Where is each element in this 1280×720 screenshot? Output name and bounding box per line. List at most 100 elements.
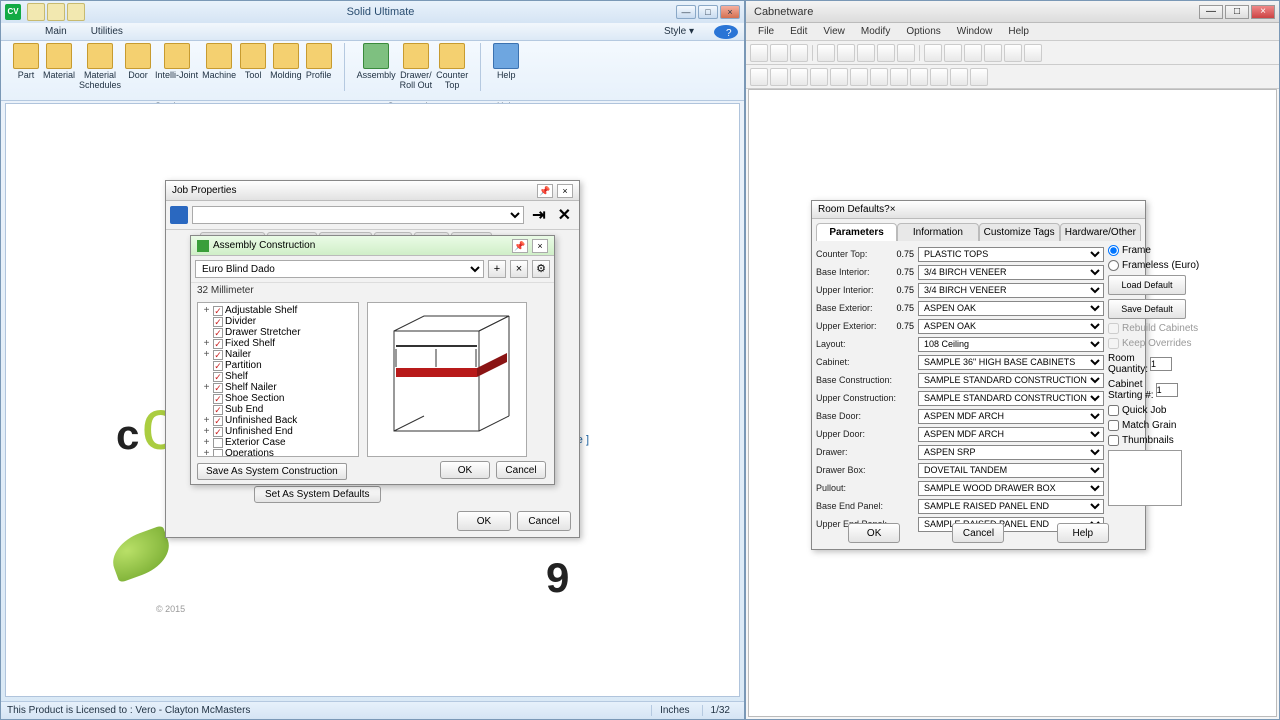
tree-item[interactable]: +Unfinished Back: [200, 415, 356, 426]
dialog-titlebar[interactable]: Assembly Construction 📌×: [191, 236, 554, 256]
load-default-button[interactable]: Load Default: [1108, 275, 1186, 295]
tab-information[interactable]: Information: [897, 223, 978, 241]
intellijoint-button[interactable]: Intelli-Joint: [155, 43, 198, 90]
tool-icon[interactable]: [817, 44, 835, 62]
close-icon[interactable]: ×: [557, 184, 573, 198]
ok-button[interactable]: OK: [457, 511, 511, 531]
tool-icon[interactable]: [964, 44, 982, 62]
component-tree[interactable]: +Adjustable ShelfDividerDrawer Stretcher…: [197, 302, 359, 457]
ok-button[interactable]: OK: [848, 523, 900, 543]
tree-item[interactable]: +Adjustable Shelf: [200, 305, 356, 316]
tree-item[interactable]: +Fixed Shelf: [200, 338, 356, 349]
tree-item[interactable]: Drawer Stretcher: [200, 327, 356, 338]
profile-button[interactable]: Profile: [306, 43, 332, 90]
add-icon[interactable]: +: [488, 260, 506, 278]
tool-icon[interactable]: [850, 68, 868, 86]
minimize-button[interactable]: —: [676, 5, 696, 19]
tab-parameters[interactable]: Parameters: [816, 223, 897, 241]
thumbnails-check[interactable]: Thumbnails: [1108, 435, 1186, 446]
qat-btn-icon[interactable]: [67, 3, 85, 21]
tab-customize-tags[interactable]: Customize Tags: [979, 223, 1060, 241]
tool-icon[interactable]: [770, 44, 788, 62]
save-default-button[interactable]: Save Default: [1108, 299, 1186, 319]
frame-radio[interactable]: Frame: [1108, 245, 1186, 256]
tool-icon[interactable]: [857, 44, 875, 62]
help-button[interactable]: Help: [1057, 523, 1109, 543]
tab-utilities[interactable]: Utilities: [79, 24, 135, 39]
remove-icon[interactable]: ×: [510, 260, 528, 278]
menu-modify[interactable]: Modify: [853, 24, 898, 39]
menu-view[interactable]: View: [815, 24, 853, 39]
tool-icon[interactable]: [924, 44, 942, 62]
pin-icon[interactable]: 📌: [512, 239, 528, 253]
material-button[interactable]: Material: [43, 43, 75, 90]
tool-icon[interactable]: [1004, 44, 1022, 62]
quick-job-check[interactable]: Quick Job: [1108, 405, 1186, 416]
cabinet-start-field[interactable]: [1156, 383, 1178, 397]
tool-icon[interactable]: [770, 68, 788, 86]
tool-icon[interactable]: [970, 68, 988, 86]
menu-window[interactable]: Window: [949, 24, 1001, 39]
countertop-button[interactable]: Counter Top: [436, 43, 468, 90]
cancel-button[interactable]: Cancel: [952, 523, 1004, 543]
menu-options[interactable]: Options: [898, 24, 948, 39]
tool-icon[interactable]: [910, 68, 928, 86]
titlebar[interactable]: Cabnetware — □ ×: [746, 1, 1279, 23]
tool-icon[interactable]: [750, 44, 768, 62]
menu-help[interactable]: Help: [1000, 24, 1037, 39]
tool-icon[interactable]: [890, 68, 908, 86]
tool-icon[interactable]: [750, 68, 768, 86]
qat-btn-icon[interactable]: [47, 3, 65, 21]
tool-icon[interactable]: [877, 44, 895, 62]
tree-item[interactable]: Sub End: [200, 404, 356, 415]
assembly-button[interactable]: Assembly: [357, 43, 396, 90]
save-icon[interactable]: [170, 206, 188, 224]
tool-icon[interactable]: [1024, 44, 1042, 62]
machine-button[interactable]: Machine: [202, 43, 236, 90]
tool-icon[interactable]: [870, 68, 888, 86]
molding-button[interactable]: Molding: [270, 43, 302, 90]
close-icon[interactable]: ×: [890, 204, 896, 215]
close-icon[interactable]: ×: [532, 239, 548, 253]
titlebar[interactable]: CV Solid Ultimate — □ ×: [1, 1, 744, 23]
style-menu[interactable]: Style ▾: [652, 24, 714, 39]
pin-icon[interactable]: 📌: [537, 184, 553, 198]
door-button[interactable]: Door: [125, 43, 151, 90]
match-grain-check[interactable]: Match Grain: [1108, 420, 1186, 431]
delete-icon[interactable]: ✕: [554, 205, 575, 225]
tree-item[interactable]: +Operations: [200, 448, 356, 457]
tool-icon[interactable]: [984, 44, 1002, 62]
help-icon[interactable]: ?: [714, 25, 738, 39]
minimize-button[interactable]: —: [1199, 5, 1223, 19]
dialog-titlebar[interactable]: Room Defaults ?×: [812, 201, 1145, 219]
set-system-defaults-button[interactable]: Set As System Defaults: [254, 486, 381, 503]
construction-combo[interactable]: Euro Blind Dado: [195, 260, 484, 278]
gear-icon[interactable]: ⚙: [532, 260, 550, 278]
qat-btn-icon[interactable]: [27, 3, 45, 21]
dialog-titlebar[interactable]: Job Properties 📌×: [166, 181, 579, 201]
tool-icon[interactable]: [837, 44, 855, 62]
maximize-button[interactable]: □: [1225, 5, 1249, 19]
job-combo[interactable]: [192, 206, 524, 224]
ok-button[interactable]: OK: [440, 461, 490, 479]
tree-item[interactable]: +Unfinished End: [200, 426, 356, 437]
part-button[interactable]: Part: [13, 43, 39, 90]
tree-item[interactable]: Shoe Section: [200, 393, 356, 404]
tool-icon[interactable]: [790, 44, 808, 62]
import-icon[interactable]: ⇥: [528, 205, 549, 225]
cancel-button[interactable]: Cancel: [496, 461, 546, 479]
tree-item[interactable]: Divider: [200, 316, 356, 327]
drawer-rollout-button[interactable]: Drawer/ Roll Out: [400, 43, 433, 90]
tree-item[interactable]: +Nailer: [200, 349, 356, 360]
close-button[interactable]: ×: [1251, 5, 1275, 19]
close-button[interactable]: ×: [720, 5, 740, 19]
material-schedules-button[interactable]: Material Schedules: [79, 43, 121, 90]
maximize-button[interactable]: □: [698, 5, 718, 19]
menu-file[interactable]: File: [750, 24, 782, 39]
tool-icon[interactable]: [950, 68, 968, 86]
tab-main[interactable]: Main: [33, 24, 79, 39]
tool-icon[interactable]: [830, 68, 848, 86]
tool-icon[interactable]: [790, 68, 808, 86]
tree-item[interactable]: Shelf: [200, 371, 356, 382]
tool-icon[interactable]: [897, 44, 915, 62]
